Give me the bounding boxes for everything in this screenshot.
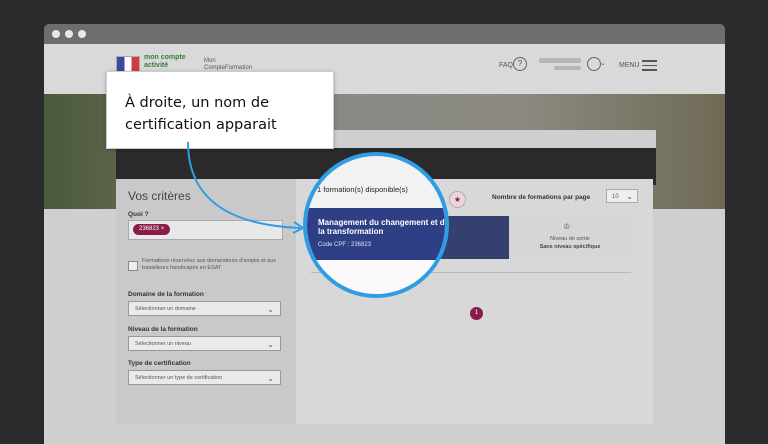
favorite-star-button[interactable]: ★	[449, 191, 466, 208]
close-icon[interactable]: ×	[161, 226, 165, 232]
chevron-down-icon: ⌄	[267, 374, 274, 383]
logo-text: mon compte	[144, 54, 186, 61]
mon-compte-formation-logo[interactable]: Mon CompteFormation	[204, 58, 252, 72]
logo-text: Mon	[204, 58, 216, 64]
user-name-blurred	[539, 58, 581, 63]
user-account-icon[interactable]	[587, 57, 601, 71]
pagination-page[interactable]: 1	[470, 307, 483, 320]
select-value: Sélectionner un type de certification	[135, 375, 223, 381]
logo-text: activité	[144, 62, 169, 69]
select-value: Sélectionner un niveau	[135, 341, 191, 347]
per-page-label: Nombre de formations par page	[492, 194, 591, 201]
chevron-down-icon: ⌄	[267, 305, 274, 314]
user-name-blurred	[554, 66, 581, 70]
type-select[interactable]: Sélectionner un type de certification ⌄	[128, 370, 281, 385]
lens-background	[307, 260, 445, 294]
hamburger-menu-icon[interactable]	[642, 60, 657, 74]
faq-link[interactable]: FAQ	[499, 62, 513, 69]
graduation-icon: ♔	[563, 222, 571, 231]
formation-title[interactable]: Management du changement et de la transf…	[318, 218, 445, 236]
mon-compte-activite-logo[interactable]: mon compte activité	[144, 54, 186, 70]
domaine-select[interactable]: Sélectionner un domaine ⌄	[128, 301, 281, 316]
lens-results-count: 1 formation(s) disponible(s)	[317, 185, 408, 194]
select-value: Sélectionner un domaine	[135, 306, 196, 312]
callout-text: À droite, un nom de certification appara…	[125, 95, 277, 133]
chevron-down-icon: ⌄	[626, 192, 633, 201]
menu-button[interactable]: MENU	[619, 62, 640, 69]
niveau-select[interactable]: Sélectionner un niveau ⌄	[128, 336, 281, 351]
chevron-down-icon[interactable]: ⌄	[600, 59, 606, 67]
level-label: Niveau de sortie	[550, 236, 590, 242]
type-label: Type de certification	[128, 360, 191, 367]
quoi-label: Quoi ?	[128, 211, 149, 218]
window-dot	[78, 30, 86, 38]
keyword-tag[interactable]: 236823 ×	[133, 224, 171, 235]
window-dot	[52, 30, 60, 38]
formation-card-level: ♔ Niveau de sortie Sans niveau spécifiqu…	[509, 216, 631, 259]
help-icon[interactable]: ?	[513, 57, 527, 71]
formation-code: Code CPF : 236823	[318, 242, 372, 248]
niveau-label: Niveau de la formation	[128, 326, 198, 333]
reserved-checkbox[interactable]	[128, 261, 138, 271]
checkbox-label: Formations réservées aux demandeurs d'em…	[142, 258, 277, 271]
select-value: 10	[612, 194, 619, 200]
window-titlebar	[44, 24, 725, 44]
chevron-down-icon: ⌄	[267, 340, 274, 349]
quoi-input[interactable]: 236823 ×	[128, 220, 283, 240]
domaine-label: Domaine de la formation	[128, 291, 204, 298]
per-page-select[interactable]: 10 ⌄	[606, 189, 638, 203]
criteria-panel: Vos critères Quoi ? 236823 × Formations …	[116, 179, 296, 424]
magnifier-lens: 1 formation(s) disponible(s) Management …	[303, 152, 449, 298]
criteria-title: Vos critères	[128, 189, 191, 203]
level-value: Sans niveau spécifique	[539, 244, 601, 250]
tag-text: 236823	[139, 226, 160, 232]
window-dot	[65, 30, 73, 38]
lens-formation-card[interactable]: Management du changement et de la transf…	[307, 208, 445, 260]
tutorial-callout: À droite, un nom de certification appara…	[106, 71, 334, 149]
